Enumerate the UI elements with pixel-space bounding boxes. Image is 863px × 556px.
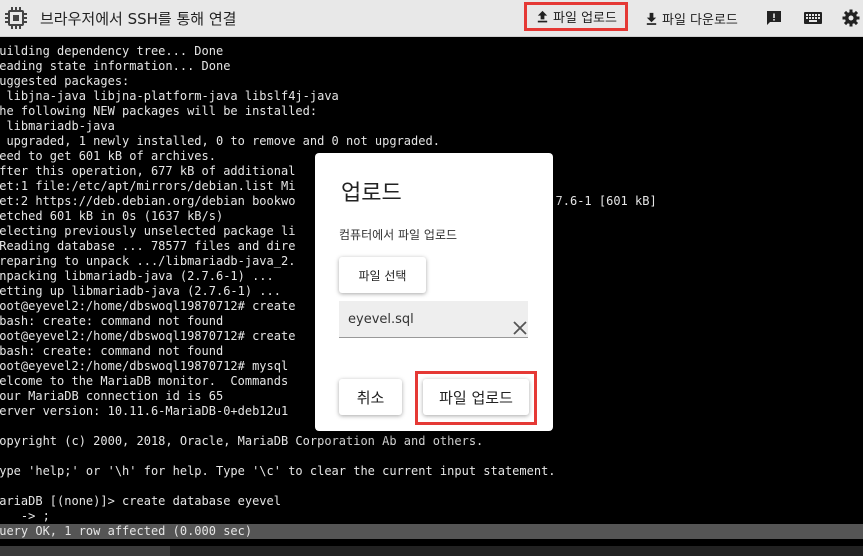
terminal-line: Reading state information... Done (0, 59, 231, 73)
upload-confirm-button[interactable]: 파일 업로드 (423, 379, 529, 415)
status-segment (0, 546, 170, 556)
terminal-line: MariaDB [(none)]> create database eyevel (0, 494, 281, 508)
terminal-line: Building dependency tree... Done (0, 44, 224, 58)
upload-icon (537, 10, 548, 23)
selected-file-field: eyevel.sql (339, 301, 528, 338)
download-icon (646, 12, 657, 25)
dialog-subtitle: 컴퓨터에서 파일 업로드 (339, 228, 458, 242)
download-file-label: 파일 다운로드 (662, 12, 738, 28)
terminal-line: libjna-java libjna-platform-java libslf4… (0, 89, 339, 103)
terminal-line: libmariadb-java (0, 119, 115, 133)
terminal-line: Suggested packages: (0, 74, 130, 88)
terminal-status-bar (0, 546, 863, 556)
terminal-line: Copyright (c) 2000, 2018, Oracle, MariaD… (0, 434, 484, 448)
choose-file-button[interactable]: 파일 선택 (339, 257, 426, 293)
feedback-icon[interactable] (765, 9, 783, 27)
terminal-line: Query OK, 1 row affected (0.000 sec) (0, 524, 863, 539)
upload-dialog: 업로드 컴퓨터에서 파일 업로드 파일 선택 eyevel.sql 취소 파일 … (315, 153, 553, 431)
download-file-button[interactable]: 파일 다운로드 (644, 4, 738, 32)
selected-file-name: eyevel.sql (348, 312, 414, 327)
cloud-shell-chip-icon (5, 7, 27, 29)
terminal-line: 0 upgraded, 1 newly installed, 0 to remo… (0, 134, 440, 148)
dialog-title: 업로드 (341, 181, 402, 206)
upload-file-button[interactable]: 파일 업로드 (524, 2, 628, 31)
upload-file-label: 파일 업로드 (553, 11, 617, 26)
window-title: 브라우저에서 SSH를 통해 연결 (40, 10, 237, 28)
close-icon[interactable] (512, 320, 528, 336)
gear-icon[interactable] (842, 9, 860, 27)
terminal-line: -> ; (20, 509, 50, 523)
terminal-line: Type 'help;' or '\h' for help. Type '\c'… (0, 464, 556, 478)
confirm-highlight-box: 파일 업로드 (415, 371, 537, 425)
terminal-line: The following NEW packages will be insta… (0, 104, 318, 118)
keyboard-icon[interactable] (803, 9, 823, 27)
top-bar: 브라우저에서 SSH를 통해 연결 파일 업로드 파일 다운로드 (0, 0, 863, 37)
cancel-button[interactable]: 취소 (339, 379, 402, 415)
